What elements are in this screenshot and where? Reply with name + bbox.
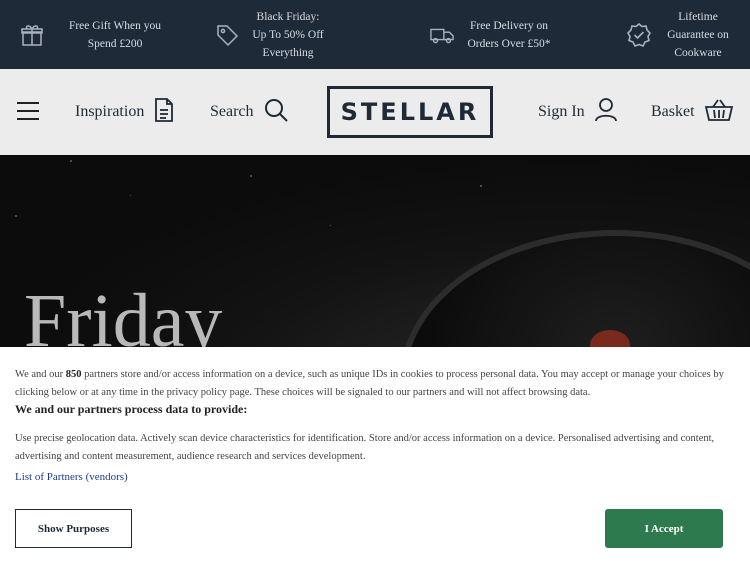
promo-item-guarantee[interactable]: Lifetime Guarantee on Cookware (627, 0, 729, 69)
promo-text: Free Delivery on Orders Over £50* (467, 19, 551, 50)
pan-image (400, 230, 750, 347)
promo-text: Lifetime Guarantee on Cookware (667, 10, 729, 59)
sign-in-link[interactable]: Sign In (538, 95, 617, 129)
search-label: Search (210, 103, 254, 120)
accept-button[interactable]: I Accept (605, 509, 723, 548)
promo-item-delivery[interactable]: Free Delivery on Orders Over £50* (430, 0, 551, 69)
hero-title: Friday (24, 279, 223, 347)
promo-item-gift[interactable]: Free Gift When you Spend £200 (20, 0, 161, 69)
basket-label: Basket (651, 103, 695, 120)
promo-text: Free Gift When you Spend £200 (68, 19, 162, 50)
basket-link[interactable]: Basket (651, 95, 733, 129)
promo-item-sale[interactable]: Black Friday: Up To 50% Off Everything (215, 0, 324, 69)
sign-in-label: Sign In (538, 103, 585, 120)
document-icon (154, 97, 174, 127)
consent-heading: We and our partners process data to prov… (15, 402, 248, 416)
basket-icon (704, 98, 733, 127)
show-purposes-button[interactable]: Show Purposes (15, 509, 132, 548)
consent-intro-post: partners store and/or access information… (15, 369, 724, 398)
gift-icon (20, 23, 44, 47)
inspiration-label: Inspiration (75, 103, 145, 120)
cookie-consent-dialog: We and our 850 partners store and/or acc… (0, 347, 750, 563)
partner-count: 850 (65, 369, 82, 380)
badge-check-icon (627, 22, 651, 47)
promo-text: Black Friday: Up To 50% Off Everything (252, 10, 324, 59)
promo-bar: Free Gift When you Spend £200 Black Frid… (0, 0, 750, 69)
hero-banner[interactable]: Friday (0, 155, 750, 347)
truck-icon (430, 23, 454, 47)
site-logo[interactable]: STELLAR (327, 86, 493, 138)
tag-icon (215, 23, 239, 47)
partners-link[interactable]: List of Partners (vendors) (15, 471, 128, 483)
consent-purposes-text: Use precise geolocation data. Actively s… (15, 433, 715, 462)
search-icon (264, 98, 288, 127)
consent-intro-pre: We and our (15, 369, 66, 380)
search-link[interactable]: Search (210, 95, 288, 129)
consent-intro: We and our 850 partners store and/or acc… (15, 366, 737, 402)
inspiration-link[interactable]: Inspiration (75, 95, 174, 129)
site-header: Inspiration Search STELLAR Sign In Baske… (0, 69, 750, 155)
user-icon (594, 97, 617, 127)
menu-icon[interactable] (17, 102, 39, 120)
